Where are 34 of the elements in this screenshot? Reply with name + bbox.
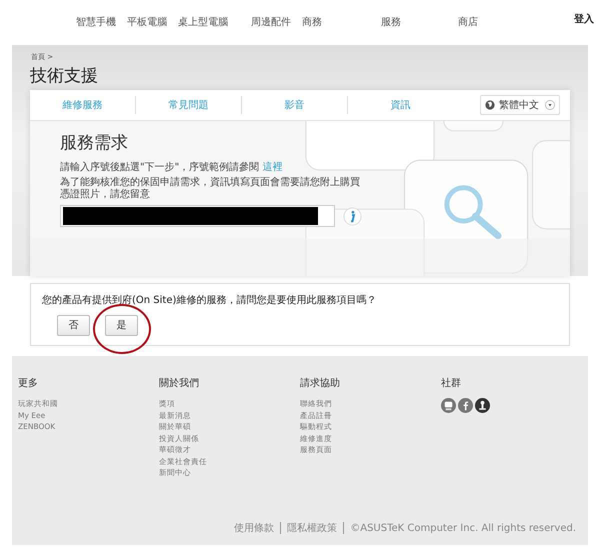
serial-field[interactable]	[60, 205, 335, 227]
question-text: 您的產品有提供到府(On Site)維修的服務，請問您是要使用此服務項目嗎？	[42, 294, 378, 307]
globe-icon	[485, 100, 495, 110]
facebook-icon[interactable]	[458, 398, 473, 413]
info-icon[interactable]	[343, 206, 362, 226]
legal-link[interactable]: ©ASUSTeK Computer Inc. All rights reserved.	[350, 522, 576, 534]
nav-link[interactable]: 商店	[458, 14, 478, 28]
tab[interactable]: 影音	[242, 98, 347, 112]
nav-link[interactable]: 平板電腦	[127, 14, 167, 28]
nav-link[interactable]: 智慧手機	[76, 14, 116, 28]
answer-button[interactable]: 是	[105, 314, 138, 336]
legal-link[interactable]: 隱私權政策	[287, 521, 338, 535]
nav-link[interactable]: 服務	[381, 14, 401, 28]
note-text: 為了能夠核准您的保固申請需求，資訊填寫頁面會需要請您附上購買憑證照片，請您留意	[60, 177, 360, 201]
footer-heading: 關於我們	[159, 376, 199, 390]
nav-link[interactable]: 商務	[302, 14, 322, 28]
nav-link[interactable]: 周邊配件	[251, 14, 291, 28]
tab[interactable]: 維修服務	[30, 98, 135, 112]
nav-link[interactable]: 桌上型電腦	[178, 14, 228, 28]
language-label: 繁體中文	[499, 98, 539, 112]
legal-link[interactable]: 使用條款	[234, 521, 274, 535]
tab[interactable]: 常見問題	[136, 98, 241, 112]
instruction-text: 請輸入序號後點選"下一步"，序號範例請參閱 這裡	[60, 162, 284, 174]
footer-heading: 更多	[18, 377, 38, 390]
footer-heading: 社群	[441, 376, 461, 390]
page-title: 技術支援	[30, 65, 99, 87]
answer-button[interactable]: 否	[57, 314, 90, 336]
caret-icon	[545, 100, 555, 110]
tab[interactable]: 資訊	[348, 98, 453, 112]
footer-heading: 請求協助	[300, 376, 340, 390]
login-link[interactable]: 登入	[574, 12, 594, 26]
section-heading: 服務需求	[60, 132, 129, 154]
language-select[interactable]: 繁體中文	[480, 95, 560, 115]
example-link[interactable]: 這裡	[262, 162, 282, 173]
